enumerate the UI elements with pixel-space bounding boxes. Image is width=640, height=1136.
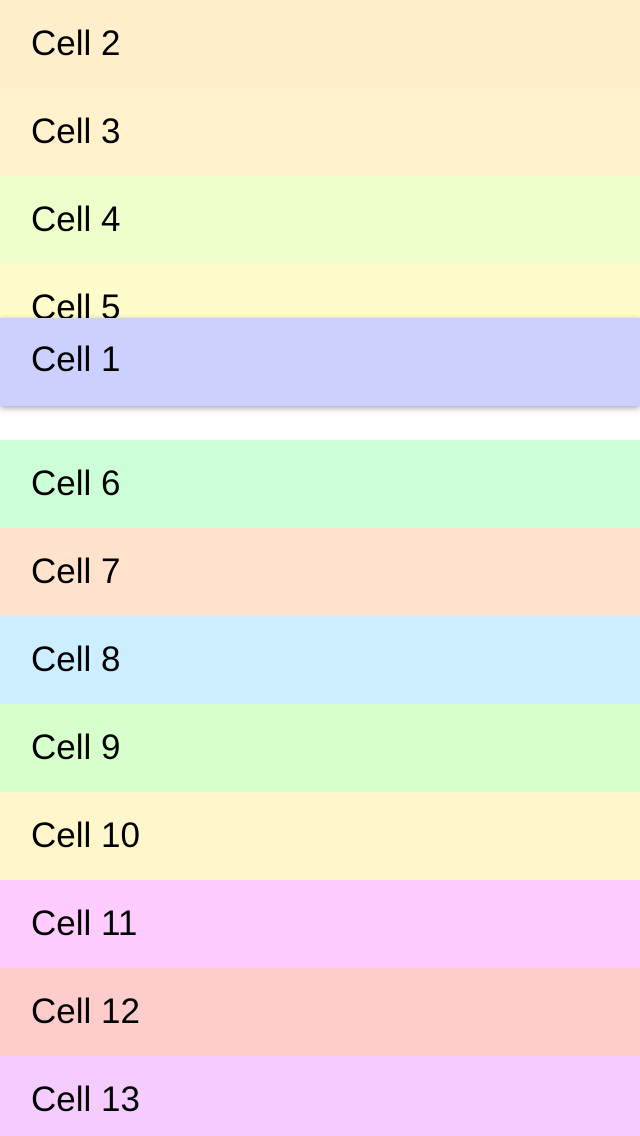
table-view[interactable]: Cell 2 Cell 3 Cell 4 Cell 5 Cell 6 Cell … [0,0,640,1136]
cell-label: Cell 6 [31,464,121,503]
table-cell-4[interactable]: Cell 4 [0,176,640,264]
cell-label: Cell 4 [31,200,121,239]
table-cell-8[interactable]: Cell 8 [0,616,640,704]
table-cell-2[interactable]: Cell 2 [0,0,640,88]
cell-label: Cell 9 [31,728,121,767]
table-cell-12[interactable]: Cell 12 [0,968,640,1056]
drop-placeholder [0,406,640,440]
cell-label: Cell 8 [31,640,121,679]
table-cell-13[interactable]: Cell 13 [0,1056,640,1136]
screen: Cell 2 Cell 3 Cell 4 Cell 5 Cell 6 Cell … [0,0,640,1136]
cell-label: Cell 3 [31,112,121,151]
cell-label: Cell 12 [31,992,140,1031]
table-cell-10[interactable]: Cell 10 [0,792,640,880]
table-cell-6[interactable]: Cell 6 [0,440,640,528]
cell-label: Cell 10 [31,816,140,855]
cell-label: Cell 11 [31,904,138,943]
table-cell-9[interactable]: Cell 9 [0,704,640,792]
cell-label: Cell 1 [31,340,121,379]
table-cell-3[interactable]: Cell 3 [0,88,640,176]
cell-label: Cell 2 [31,24,121,63]
table-cell-7[interactable]: Cell 7 [0,528,640,616]
cell-label: Cell 13 [31,1080,140,1119]
dragged-cell-1[interactable]: Cell 1 [0,318,640,406]
cell-label: Cell 7 [31,552,121,591]
table-cell-11[interactable]: Cell 11 [0,880,640,968]
